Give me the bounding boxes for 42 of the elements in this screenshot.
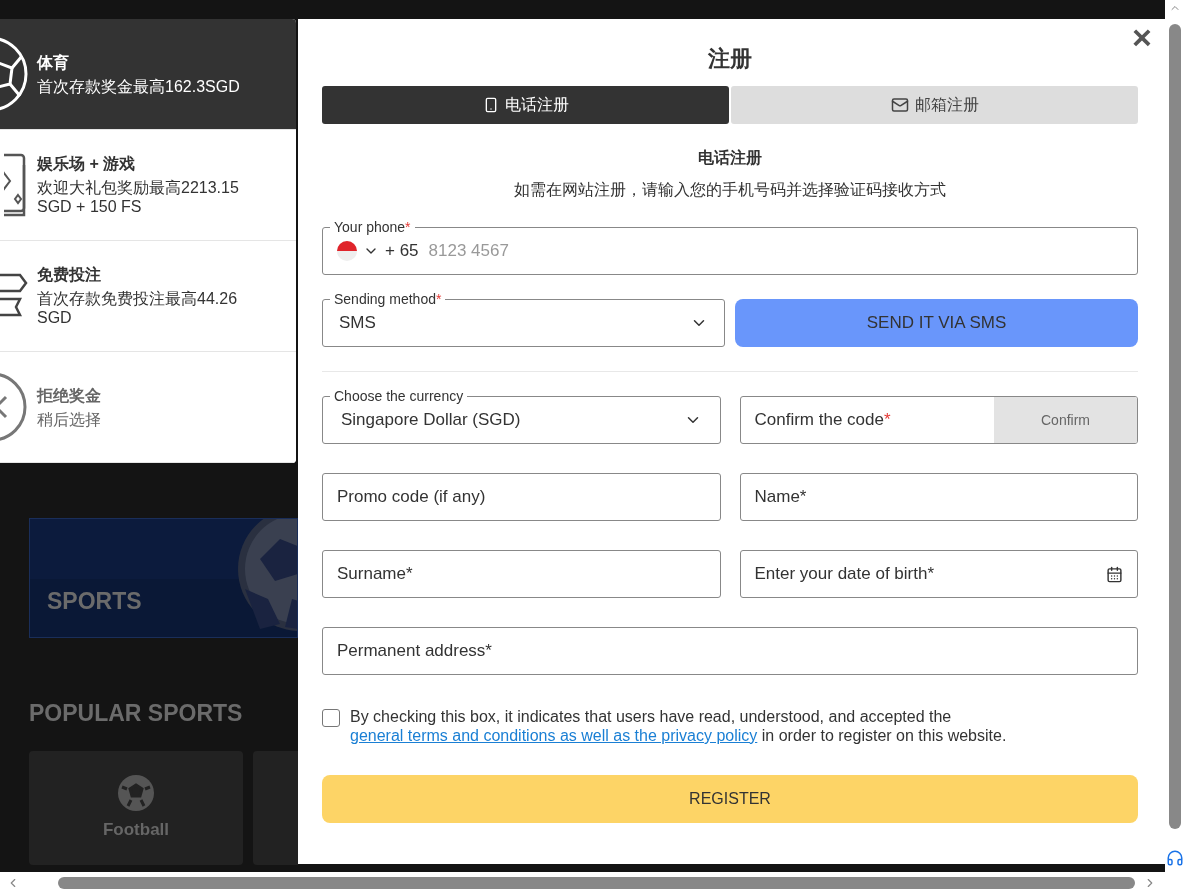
agreement-text: By checking this box, it indicates that users have read, understood, and accepted the general terms and conditions as well as the privacy policy in order to register on this website. — [350, 707, 1008, 745]
send-sms-button[interactable]: SEND IT VIA SMS — [735, 299, 1138, 347]
input-field[interactable]: Promo code (if any) — [322, 473, 721, 521]
flag-icon — [337, 241, 357, 261]
bonus-description: 首次存款奖金最高162.3SGD — [37, 76, 241, 96]
soccer-ball-icon — [116, 772, 156, 813]
headset-icon[interactable] — [1166, 849, 1184, 867]
bonus-description: 首次存款免费投注最高44.26 SGD — [37, 289, 239, 327]
phone-placeholder: 8123 4567 — [428, 240, 509, 263]
terms-link[interactable]: general terms and conditions as well as the privacy policy — [350, 727, 758, 744]
bonus-description: 欢迎大礼包奖励最高2213.15 SGD + 150 FS — [37, 178, 240, 216]
dialog-title: 注册 — [707, 45, 753, 73]
bonus-title: 拒绝奖金 — [37, 385, 102, 406]
bonus-option[interactable]: 体育 首次存款奖金最高162.3SGD — [0, 19, 296, 130]
country-code: + 65 — [385, 240, 419, 263]
form-instructions: 如需在网站注册，请输入您的手机号码并选择验证码接收方式 — [513, 180, 947, 200]
bonus-title: 娱乐场 + 游戏 — [37, 154, 137, 174]
agreement-checkbox[interactable] — [322, 709, 340, 727]
bonus-title: 体育 — [37, 52, 70, 73]
form-heading: 电话注册 — [697, 148, 763, 168]
field-label: Your phone* — [330, 219, 415, 235]
field-label: Sending method* — [330, 291, 446, 307]
field-label: Choose the currency — [330, 388, 468, 404]
calendar-icon — [1106, 565, 1123, 583]
close-button[interactable]: × — [1129, 23, 1155, 51]
mail-icon — [890, 96, 909, 114]
tab[interactable]: 邮箱注册 — [731, 86, 1138, 124]
input-field[interactable]: Surname* — [322, 550, 721, 598]
date-field[interactable]: Enter your date of birth* — [739, 550, 1138, 598]
scrollbar-thumb[interactable] — [1169, 24, 1181, 829]
bonus-description: 稍后选择 — [37, 409, 102, 429]
horizontal-scrollbar[interactable] — [0, 872, 1185, 894]
playing-card-icon — [4, 153, 28, 217]
input-field[interactable]: Permanent address* — [322, 627, 1138, 675]
banner-title: SPORTS — [47, 586, 142, 616]
scrollbar-thumb[interactable] — [58, 877, 1135, 889]
tab[interactable]: 电话注册 — [322, 86, 729, 124]
register-button[interactable]: REGISTER — [322, 775, 1138, 823]
sport-label: Football — [102, 818, 170, 841]
bonus-title: 免费投注 — [37, 265, 102, 285]
section-title: POPULAR SPORTS — [29, 699, 244, 728]
input-field[interactable]: Name* — [739, 473, 1138, 521]
